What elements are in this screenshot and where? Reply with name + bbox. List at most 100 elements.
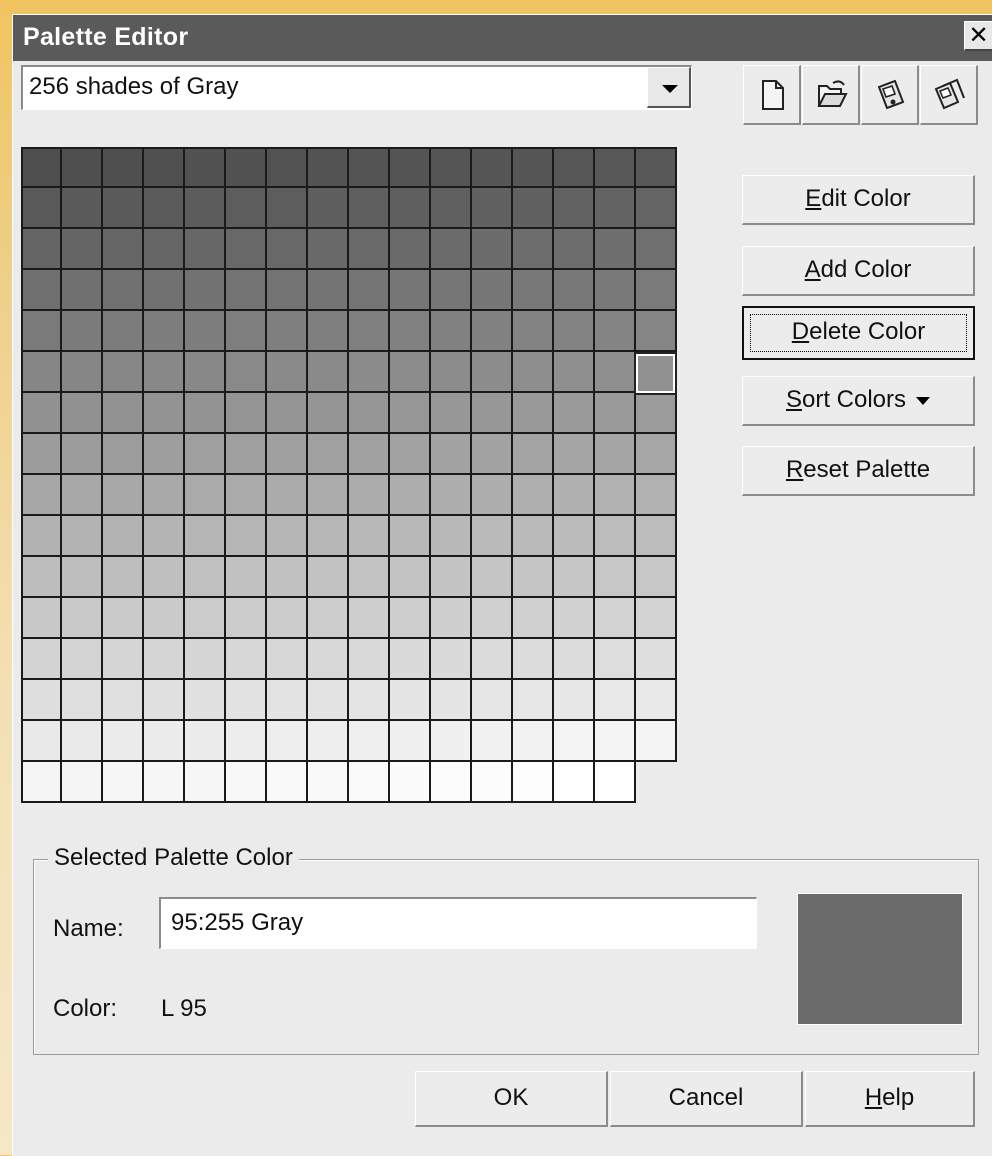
palette-swatch[interactable] [431,598,472,639]
palette-swatch[interactable] [636,475,677,516]
title-bar[interactable]: Palette Editor ✕ [13,15,992,61]
palette-swatch[interactable] [267,352,308,393]
delete-color-button[interactable]: Delete Color [742,306,975,360]
palette-swatch[interactable] [431,352,472,393]
palette-swatch[interactable] [349,475,390,516]
palette-swatch[interactable] [267,516,308,557]
palette-swatch[interactable] [472,434,513,475]
palette-swatch[interactable] [431,311,472,352]
palette-swatch[interactable] [390,680,431,721]
palette-swatch[interactable] [308,188,349,229]
palette-swatch[interactable] [226,680,267,721]
edit-color-button[interactable]: Edit Color [742,175,975,225]
palette-swatch[interactable] [308,639,349,680]
palette-swatch[interactable] [144,516,185,557]
open-palette-button[interactable] [802,65,860,125]
palette-swatch[interactable] [595,434,636,475]
palette-swatch[interactable] [595,270,636,311]
palette-swatch[interactable] [472,147,513,188]
palette-swatch[interactable] [595,639,636,680]
palette-swatch[interactable] [103,721,144,762]
palette-swatch[interactable] [636,557,677,598]
palette-swatch[interactable] [226,721,267,762]
save-as-palette-button[interactable] [920,65,978,125]
palette-swatch[interactable] [21,639,62,680]
palette-swatch[interactable] [103,762,144,803]
palette-swatch[interactable] [595,516,636,557]
palette-swatch[interactable] [62,721,103,762]
palette-swatch[interactable] [636,147,677,188]
palette-swatch[interactable] [103,229,144,270]
palette-swatch[interactable] [431,393,472,434]
palette-swatch[interactable] [472,393,513,434]
palette-swatch[interactable] [267,762,308,803]
palette-swatch[interactable] [349,434,390,475]
palette-swatch[interactable] [21,557,62,598]
palette-swatch[interactable] [636,188,677,229]
palette-swatch[interactable] [185,393,226,434]
palette-swatch[interactable] [62,311,103,352]
palette-swatch[interactable] [308,229,349,270]
palette-swatch[interactable] [349,762,390,803]
palette-swatch[interactable] [513,229,554,270]
help-button[interactable]: Help [805,1071,975,1127]
palette-swatch[interactable] [144,762,185,803]
palette-swatch[interactable] [226,434,267,475]
palette-swatch[interactable] [349,721,390,762]
palette-swatch[interactable] [267,229,308,270]
palette-swatch[interactable] [308,147,349,188]
palette-swatch[interactable] [431,229,472,270]
palette-swatch[interactable] [390,762,431,803]
palette-swatch[interactable] [62,434,103,475]
palette-swatch[interactable] [431,188,472,229]
palette-swatch[interactable] [513,393,554,434]
palette-swatch[interactable] [472,311,513,352]
palette-swatch[interactable] [513,598,554,639]
palette-swatch[interactable] [636,598,677,639]
palette-swatch[interactable] [636,762,677,803]
palette-swatch[interactable] [226,598,267,639]
palette-swatch[interactable] [513,188,554,229]
palette-swatch[interactable] [62,762,103,803]
palette-swatch[interactable] [472,188,513,229]
palette-swatch[interactable] [21,188,62,229]
palette-swatch[interactable] [21,352,62,393]
palette-swatch[interactable] [103,188,144,229]
palette-swatch[interactable] [226,557,267,598]
palette-swatch[interactable] [267,598,308,639]
palette-swatch[interactable] [21,393,62,434]
palette-swatch[interactable] [636,516,677,557]
palette-swatch[interactable] [636,639,677,680]
palette-swatch[interactable] [21,147,62,188]
palette-swatch[interactable] [185,270,226,311]
palette-swatch[interactable] [554,680,595,721]
palette-swatch[interactable] [226,393,267,434]
palette-swatch[interactable] [513,475,554,516]
palette-swatch[interactable] [636,311,677,352]
palette-swatch[interactable] [349,557,390,598]
palette-swatch[interactable] [390,311,431,352]
palette-swatch[interactable] [62,598,103,639]
palette-swatch[interactable] [431,680,472,721]
palette-swatch[interactable] [226,516,267,557]
palette-swatch[interactable] [144,188,185,229]
palette-swatch[interactable] [21,229,62,270]
palette-swatch[interactable] [349,598,390,639]
palette-swatch[interactable] [21,598,62,639]
palette-swatch[interactable] [62,393,103,434]
palette-swatch[interactable] [513,680,554,721]
palette-swatch[interactable] [21,311,62,352]
palette-swatch[interactable] [226,475,267,516]
palette-swatch[interactable] [103,516,144,557]
palette-swatch[interactable] [62,557,103,598]
palette-swatch[interactable] [636,721,677,762]
palette-swatch[interactable] [554,352,595,393]
palette-swatch[interactable] [390,147,431,188]
palette-swatch[interactable] [472,721,513,762]
palette-swatch[interactable] [554,762,595,803]
palette-swatch[interactable] [308,475,349,516]
palette-swatch[interactable] [267,434,308,475]
palette-swatch-grid[interactable] [21,147,677,803]
palette-swatch[interactable] [390,475,431,516]
palette-swatch[interactable] [513,639,554,680]
